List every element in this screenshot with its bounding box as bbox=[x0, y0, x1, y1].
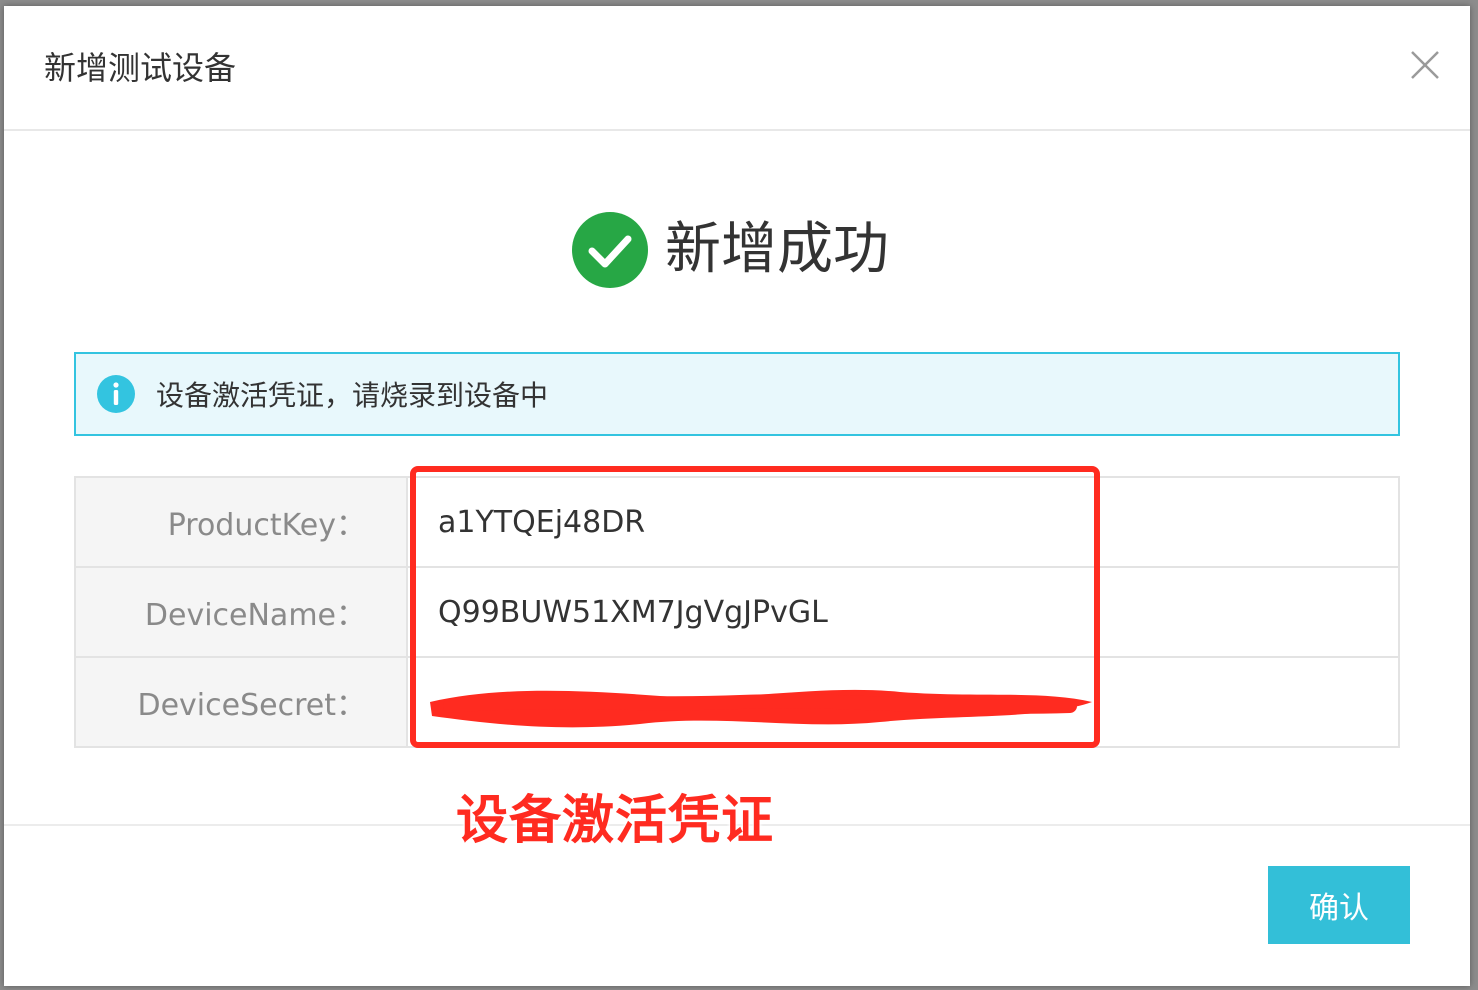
table-row: ProductKey： a1YTQEj48DR bbox=[74, 476, 1400, 568]
success-text: 新增成功 bbox=[665, 217, 889, 282]
device-secret-label: DeviceSecret： bbox=[74, 656, 408, 748]
device-name-label: DeviceName： bbox=[74, 566, 408, 658]
check-circle-icon bbox=[572, 212, 648, 288]
close-icon[interactable] bbox=[1404, 44, 1446, 86]
dialog-title: 新增测试设备 bbox=[44, 49, 237, 87]
product-key-value: a1YTQEj48DR bbox=[406, 476, 1400, 568]
device-name-value: Q99BUW51XM7JgVgJPvGL bbox=[406, 566, 1400, 658]
table-row: DeviceName： Q99BUW51XM7JgVgJPvGL bbox=[74, 566, 1400, 658]
table-row: DeviceSecret： bbox=[74, 656, 1400, 748]
credentials-table: ProductKey： a1YTQEj48DR DeviceName： Q99B… bbox=[74, 476, 1400, 748]
annotation-label: 设备激活凭证 bbox=[456, 791, 775, 851]
device-secret-value bbox=[406, 656, 1400, 748]
dialog-header: 新增测试设备 bbox=[4, 6, 1470, 131]
info-icon bbox=[97, 375, 135, 413]
info-alert: 设备激活凭证，请烧录到设备中 bbox=[74, 352, 1400, 436]
alert-text: 设备激活凭证，请烧录到设备中 bbox=[156, 379, 549, 412]
confirm-button[interactable]: 确认 bbox=[1268, 866, 1410, 944]
success-message: 新增成功 bbox=[571, 210, 889, 290]
product-key-label: ProductKey： bbox=[74, 476, 408, 568]
